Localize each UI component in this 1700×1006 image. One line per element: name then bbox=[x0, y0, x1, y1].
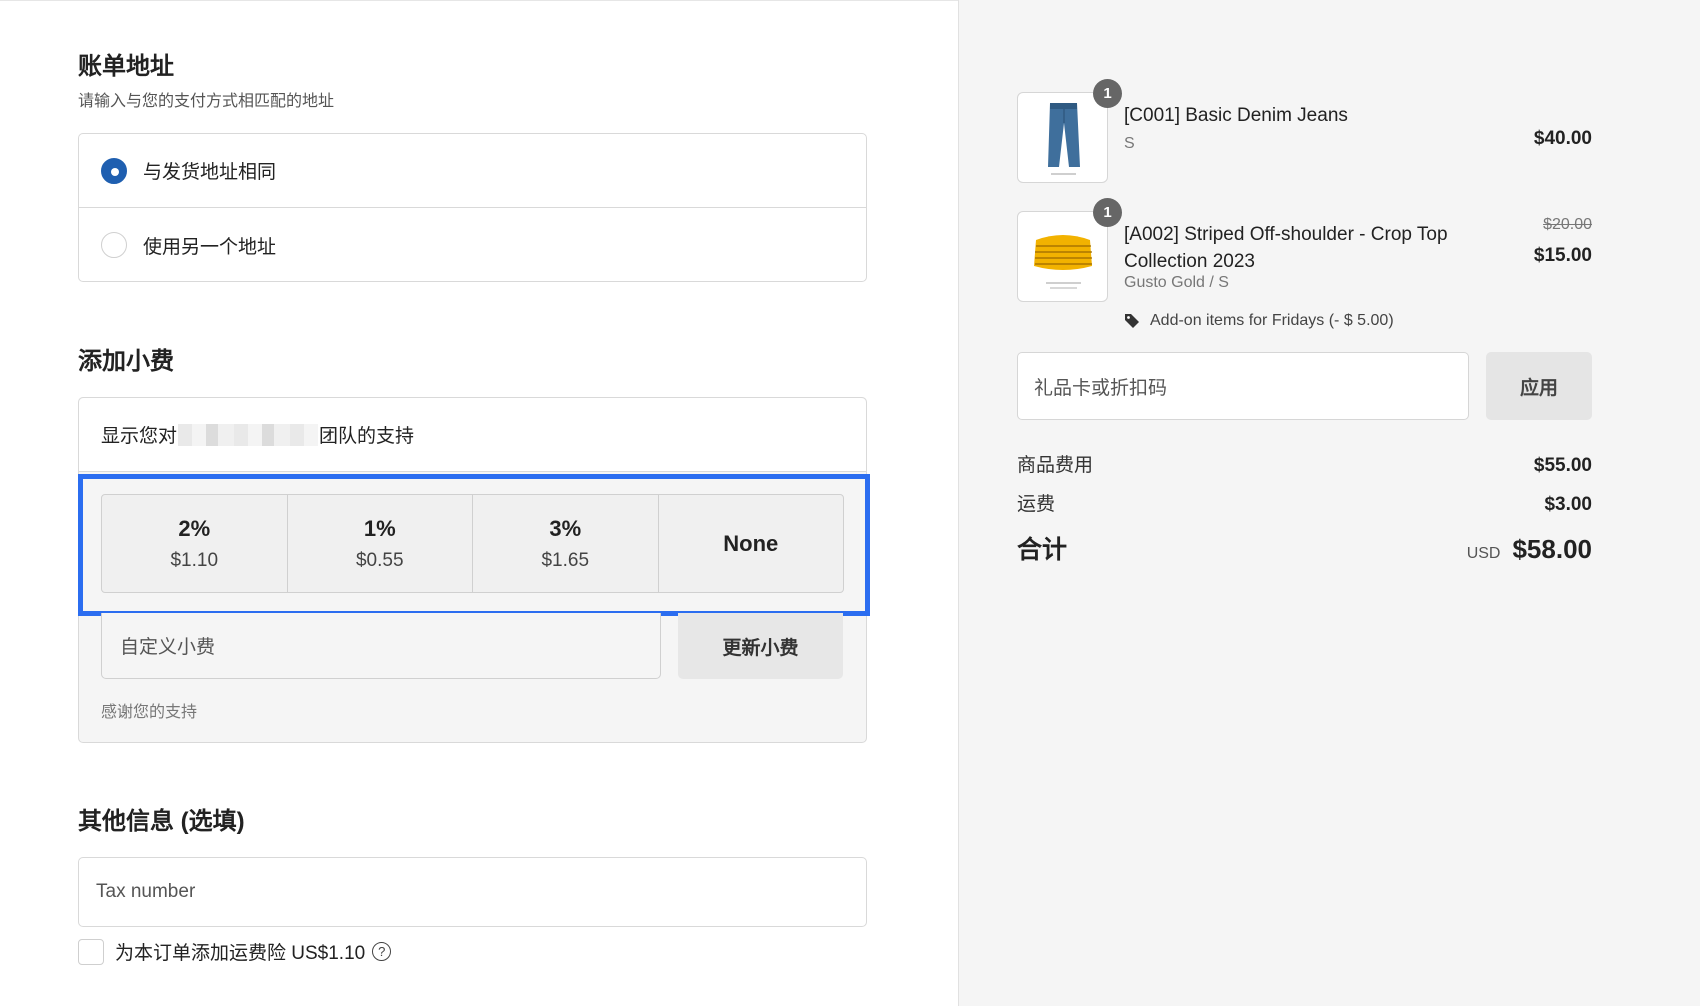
product-variant: Gusto Gold / S bbox=[1124, 274, 1229, 291]
shipping-value: $3.00 bbox=[1544, 494, 1592, 515]
shipping-label: 运费 bbox=[1017, 494, 1056, 515]
apply-button[interactable]: 应用 bbox=[1486, 352, 1592, 420]
product-name: [C001] Basic Denim Jeans bbox=[1124, 105, 1348, 126]
billing-option-label: 使用另一个地址 bbox=[143, 236, 277, 258]
gift-card-input[interactable]: 礼品卡或折扣码 bbox=[1017, 352, 1469, 420]
add-tip-title: 添加小费 bbox=[78, 348, 174, 375]
tip-amount: $0.55 bbox=[355, 549, 404, 571]
other-info-title: 其他信息 (选填) bbox=[78, 808, 245, 835]
product-thumbnail: 1 bbox=[1017, 198, 1122, 302]
cart-item: 1 [C001] Basic Denim Jeans S $40.00 bbox=[1017, 79, 1592, 184]
billing-different-address-option[interactable]: 使用另一个地址 bbox=[79, 208, 866, 282]
update-tip-button[interactable]: 更新小费 bbox=[678, 613, 843, 679]
tip-percent: 2% bbox=[178, 515, 211, 541]
total-label: 合计 bbox=[1017, 536, 1068, 564]
subtotal-label: 商品费用 bbox=[1017, 455, 1094, 476]
product-original-price: $20.00 bbox=[1543, 216, 1592, 233]
radio-unchecked-icon[interactable] bbox=[101, 232, 127, 258]
crop-top-image bbox=[1034, 235, 1092, 289]
insurance-checkbox[interactable] bbox=[78, 938, 104, 965]
tip-option-3-percent[interactable]: 3% $1.65 bbox=[473, 495, 659, 592]
tip-none-label: None bbox=[723, 530, 779, 556]
billing-same-as-shipping-option[interactable]: 与发货地址相同 bbox=[79, 134, 866, 208]
quantity-badge: 1 bbox=[1093, 79, 1122, 108]
tip-option-none[interactable]: None bbox=[659, 495, 844, 592]
product-price: $15.00 bbox=[1533, 245, 1592, 266]
billing-address-title: 账单地址 bbox=[78, 53, 174, 80]
tax-number-input[interactable]: Tax number bbox=[78, 857, 867, 927]
jeans-image bbox=[1048, 103, 1080, 175]
tip-support-prefix: 显示您对 bbox=[101, 426, 178, 447]
radio-checked-icon[interactable] bbox=[101, 157, 127, 184]
product-variant: S bbox=[1124, 135, 1135, 152]
cart-item: 1 [A002] Striped Off-shoulder - Crop Top… bbox=[1017, 198, 1592, 331]
discount-line: Add-on items for Fridays (- $ 5.00) bbox=[1124, 312, 1394, 330]
custom-tip-input[interactable]: 自定义小费 bbox=[101, 613, 661, 679]
tip-support-text: 显示您对 团队的支持 bbox=[79, 398, 866, 472]
billing-option-label: 与发货地址相同 bbox=[143, 162, 277, 183]
tip-option-1-percent[interactable]: 1% $0.55 bbox=[288, 495, 473, 592]
product-price: $40.00 bbox=[1533, 128, 1592, 149]
tip-amount: $1.10 bbox=[170, 549, 219, 571]
subtotal-row: 商品费用 $55.00 bbox=[1017, 450, 1592, 477]
checkout-form-panel: 账单地址 请输入与您的支付方式相匹配的地址 与发货地址相同 使用另一个地址 添加… bbox=[0, 0, 958, 1006]
help-icon[interactable]: ? bbox=[372, 942, 392, 961]
tip-options: 2% $1.10 1% $0.55 3% $1.65 None bbox=[101, 494, 844, 593]
tag-icon bbox=[1125, 314, 1139, 328]
currency-code: USD bbox=[1466, 545, 1501, 562]
billing-address-options: 与发货地址相同 使用另一个地址 bbox=[78, 133, 867, 282]
quantity-badge: 1 bbox=[1093, 198, 1122, 227]
total-amount: USD $58.00 bbox=[1467, 534, 1592, 565]
product-thumbnail: 1 bbox=[1017, 79, 1122, 183]
tip-percent: 1% bbox=[363, 515, 396, 541]
insurance-label: 为本订单添加运费险 US$1.10 bbox=[115, 943, 366, 964]
product-name: [A002] Striped Off-shoulder - Crop Top C… bbox=[1124, 224, 1448, 272]
tip-amount: $1.65 bbox=[541, 549, 590, 571]
subtotal-value: $55.00 bbox=[1533, 455, 1592, 476]
total-row: 合计 USD $58.00 bbox=[1017, 530, 1592, 566]
redacted-store-name bbox=[178, 423, 319, 446]
tip-thanks-text: 感谢您的支持 bbox=[101, 704, 198, 721]
tip-support-suffix: 团队的支持 bbox=[319, 426, 415, 447]
shipping-insurance-option[interactable]: 为本订单添加运费险 US$1.10 ? bbox=[78, 938, 392, 965]
total-value: $58.00 bbox=[1512, 534, 1592, 564]
shipping-row: 运费 $3.00 bbox=[1017, 489, 1592, 516]
discount-label: Add-on items for Fridays (- $ 5.00) bbox=[1150, 312, 1394, 329]
tip-percent: 3% bbox=[549, 515, 582, 541]
tip-option-2-percent[interactable]: 2% $1.10 bbox=[102, 495, 288, 592]
billing-address-subtitle: 请输入与您的支付方式相匹配的地址 bbox=[78, 93, 335, 110]
